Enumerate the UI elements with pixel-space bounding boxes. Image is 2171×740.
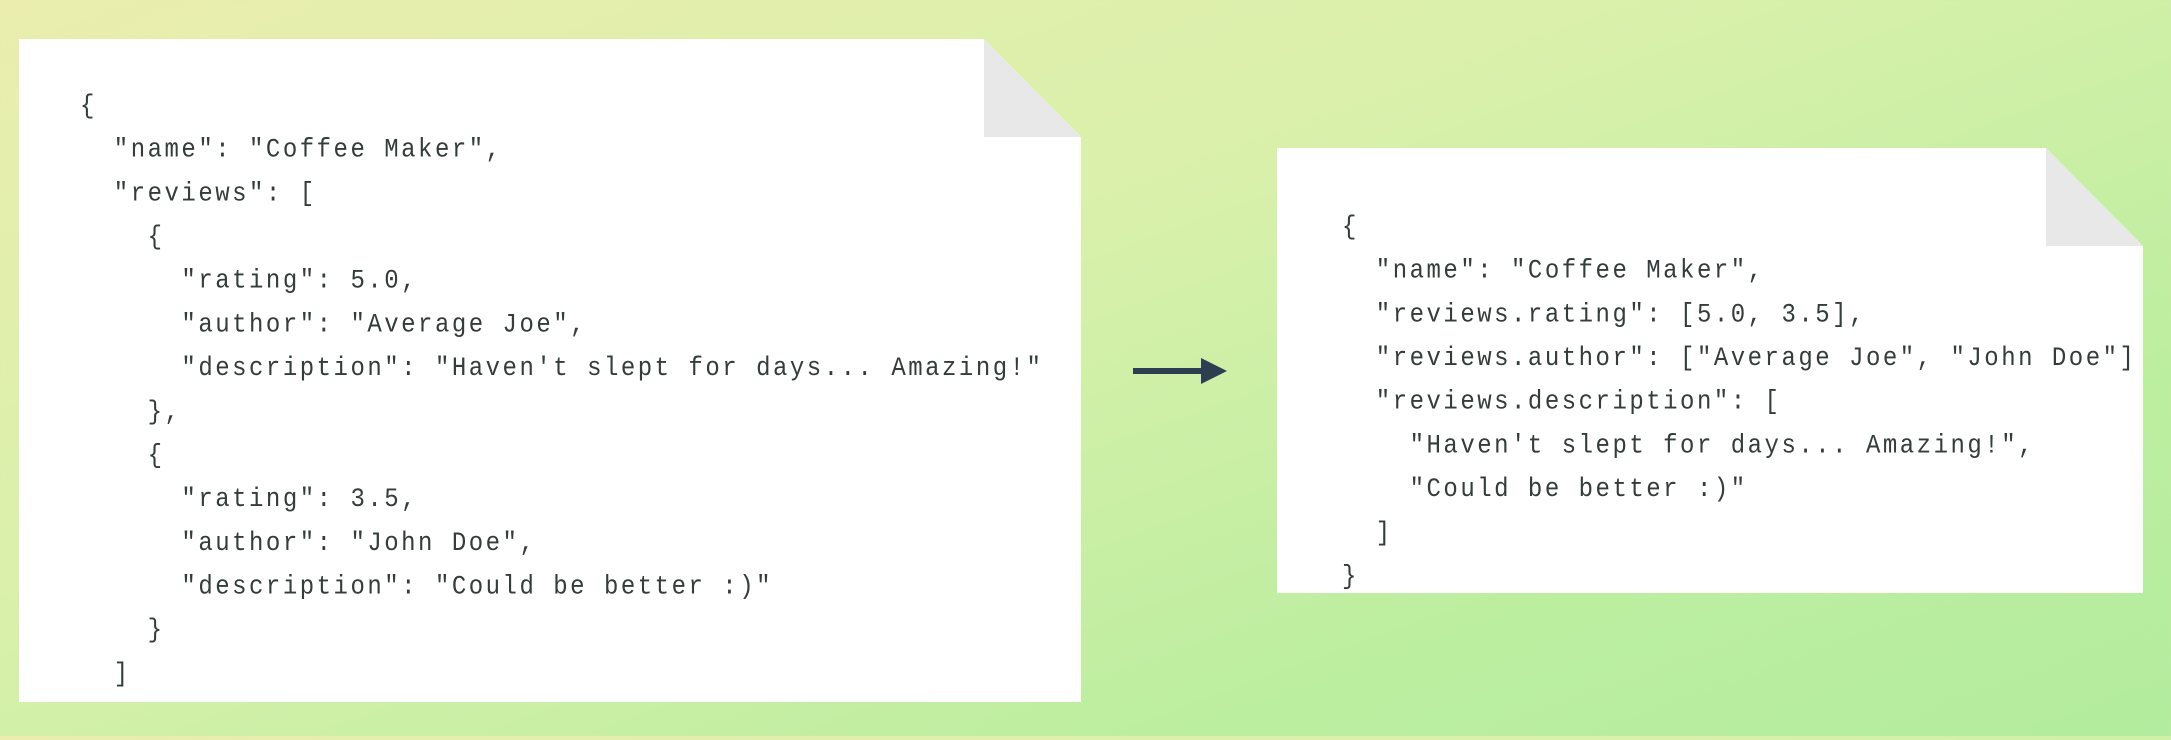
code-line: ] [1342,518,1393,549]
code-line: "reviews": [ [80,179,317,210]
code-line: "description": "Haven't slept for days..… [80,353,1044,385]
code-line: ] [80,659,131,690]
code-line: "rating": 5.0, [80,266,419,297]
code-line: "Haven't slept for days... Amazing!", [1342,431,2035,462]
code-line: "author": "Average Joe", [80,310,588,341]
output-json-code: { "name": "Coffee Maker", "reviews.ratin… [1342,206,2136,599]
code-line: "reviews.rating": [5.0, 3.5], [1342,300,1866,331]
arrow-right-icon [1133,358,1227,384]
code-line: { [1342,212,1359,243]
code-line: "name": "Coffee Maker", [1342,256,1765,287]
code-line: { [80,222,165,253]
code-line: "reviews.author": ["Average Joe", "John … [1342,343,2137,374]
code-line: "description": "Could be better :)" [80,572,773,603]
input-json-document: { "name": "Coffee Maker", "reviews": [ {… [19,39,1081,702]
code-line: }, [80,397,182,428]
code-line: } [1342,562,1359,593]
code-line: { [80,441,165,472]
input-json-code: { "name": "Coffee Maker", "reviews": [ {… [80,85,1043,740]
output-json-document: { "name": "Coffee Maker", "reviews.ratin… [1277,148,2143,593]
code-line: "rating": 3.5, [80,484,419,516]
code-line: { [80,91,97,122]
code-line: "reviews.description": [ [1342,387,1782,418]
code-line: } [80,703,97,734]
code-line: "author": "John Doe", [80,528,537,559]
code-line: "Could be better :)" [1342,474,1748,506]
code-line: } [80,615,165,647]
code-line: "name": "Coffee Maker", [80,135,503,166]
